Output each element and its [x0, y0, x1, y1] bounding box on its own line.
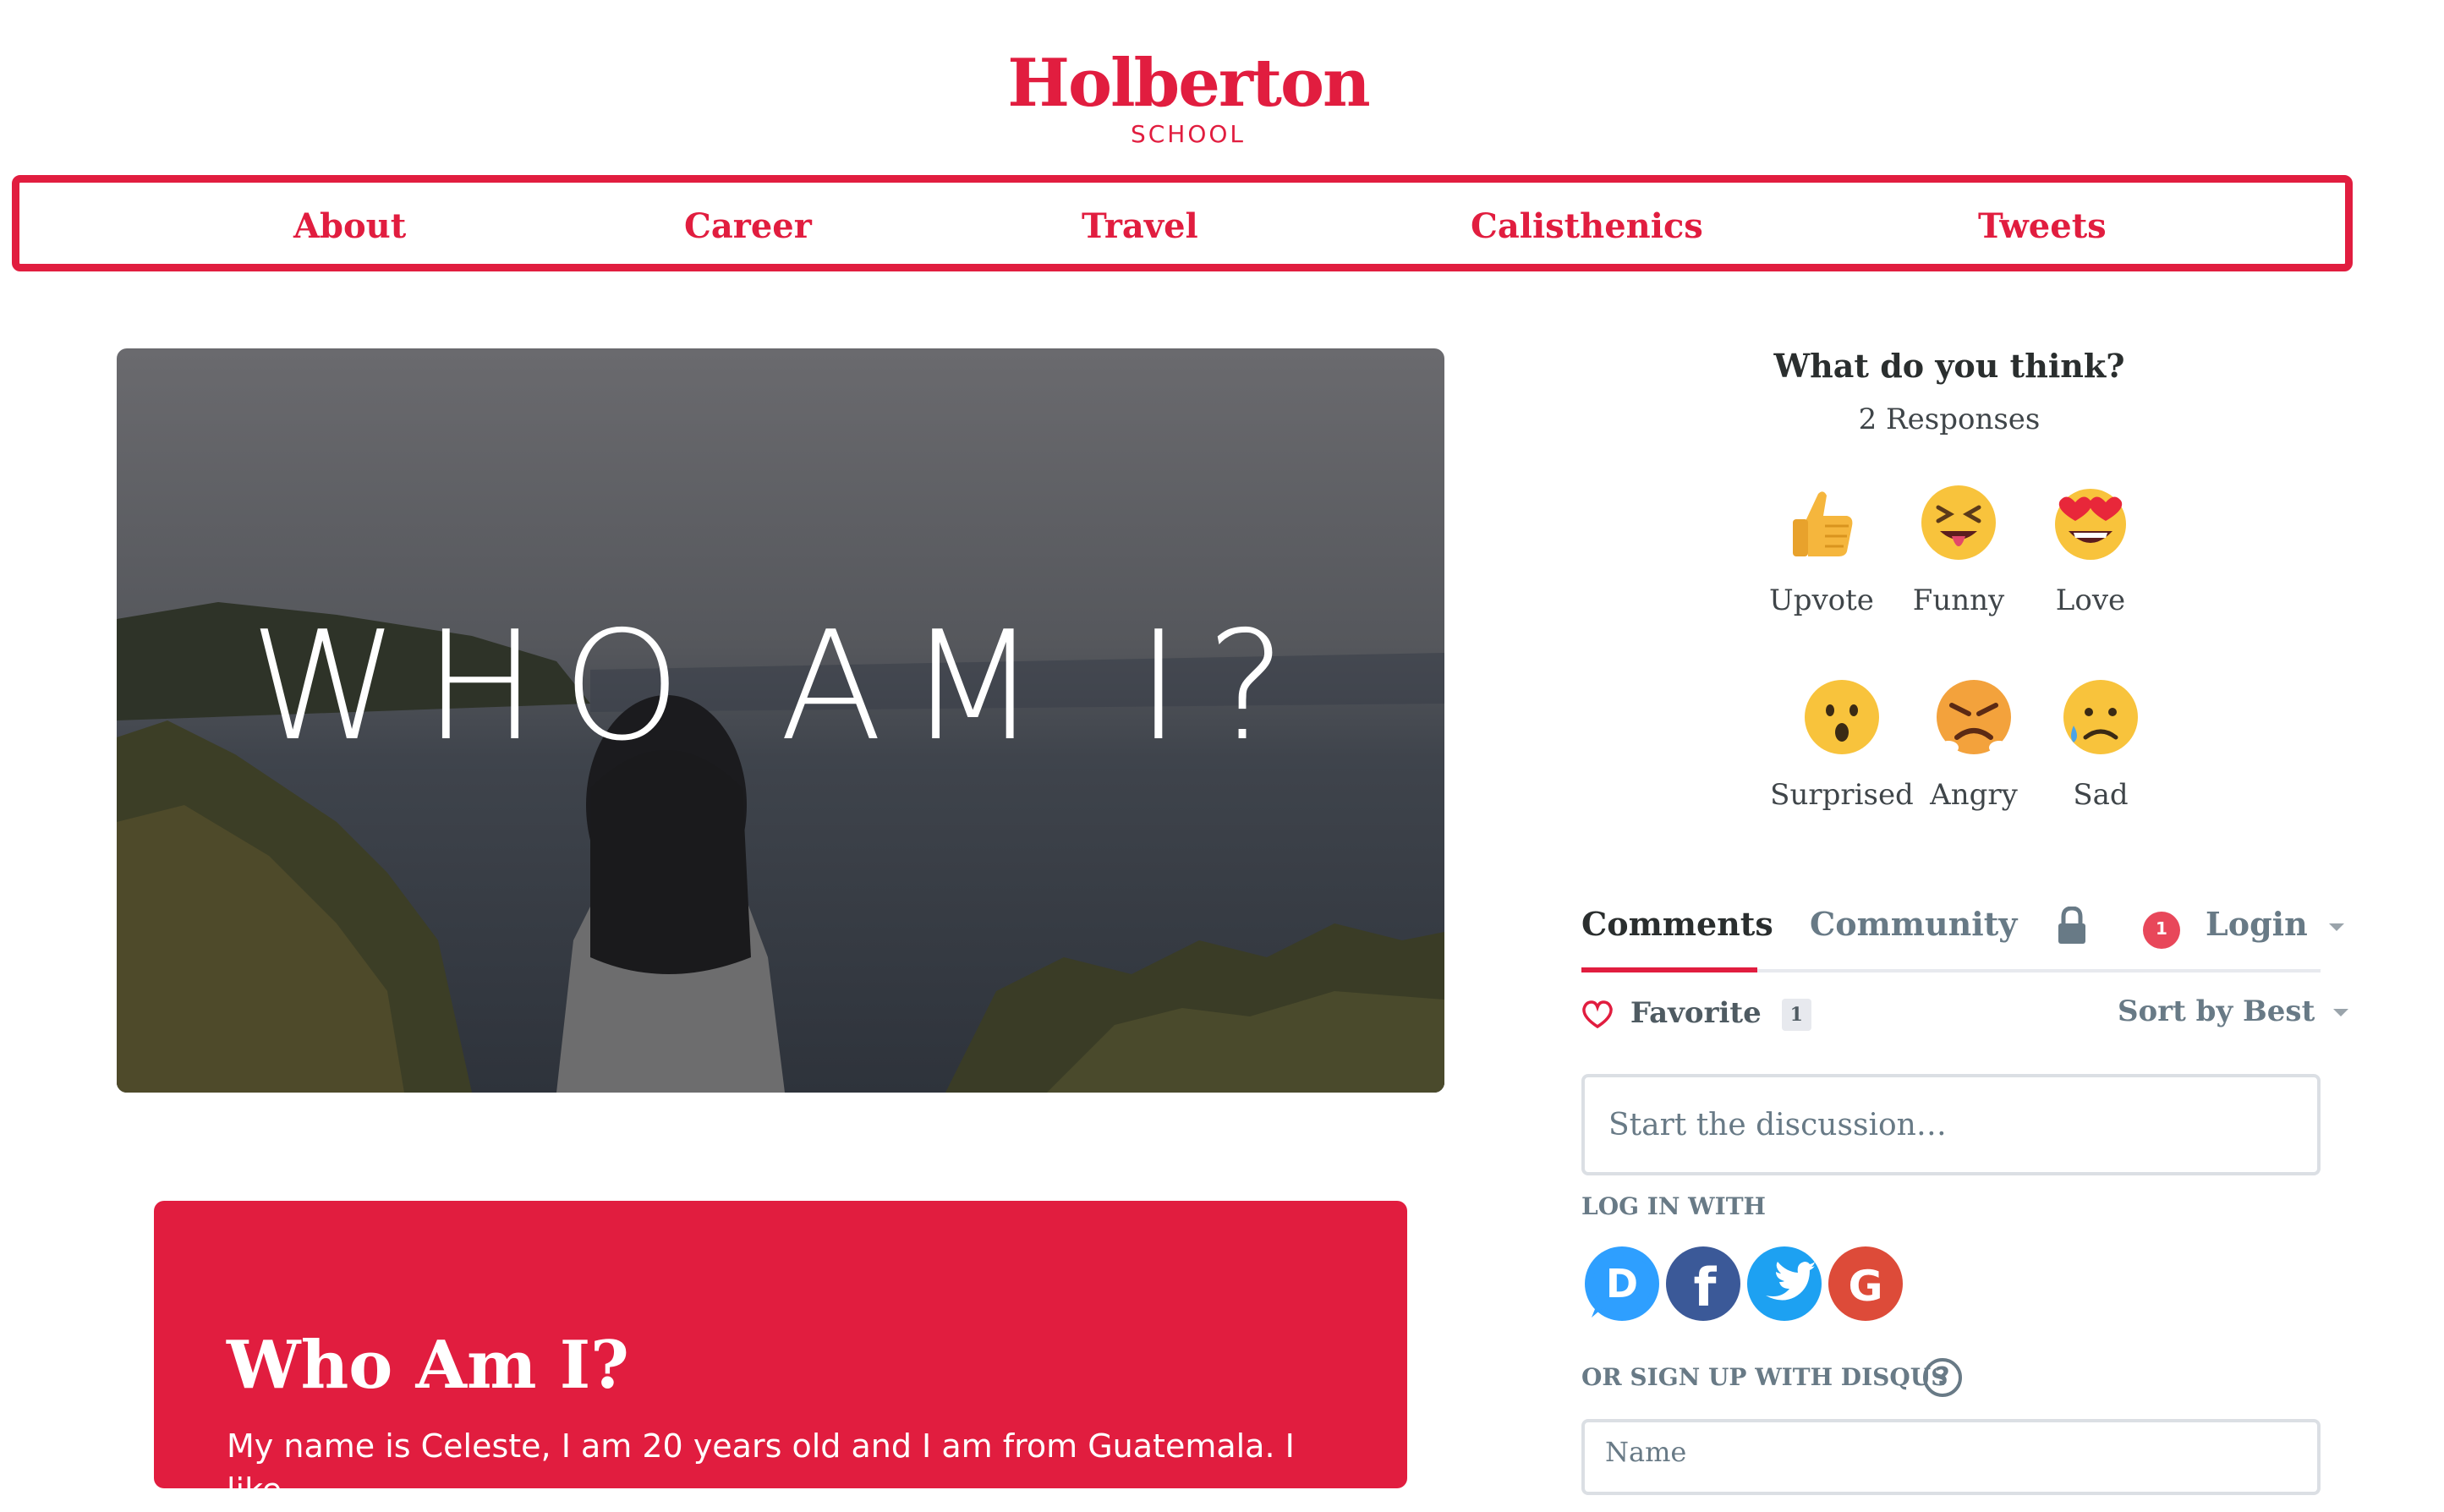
reaction-label: Surprised [1770, 778, 1914, 812]
angry-face-icon [1937, 680, 2011, 754]
discussion-input[interactable]: Start the discussion… [1581, 1074, 2321, 1175]
heart-eyes-icon [2055, 489, 2126, 560]
tab-active-indicator [1581, 967, 1757, 972]
reaction-label: Upvote [1769, 583, 1874, 617]
reaction-sad[interactable]: Sad [2025, 677, 2177, 812]
tab-community[interactable]: Community [1810, 905, 2017, 943]
tab-comments[interactable]: Comments [1581, 905, 1773, 943]
card-text: My name is Celeste, I am 20 years old an… [227, 1427, 1295, 1509]
reactions-title: What do you think? [1773, 347, 2125, 385]
twitter-login-button[interactable] [1747, 1246, 1822, 1321]
nav-career[interactable]: Career [684, 208, 812, 245]
sort-dropdown[interactable]: Sort by Best [2118, 994, 2350, 1028]
google-login-button[interactable]: G [1828, 1246, 1903, 1321]
signup-label: OR SIGN UP WITH DISQUS [1581, 1363, 1948, 1391]
laughing-tongue-icon [1921, 485, 1996, 560]
facebook-icon: f [1694, 1257, 1718, 1318]
disqus-login-button[interactable]: D [1585, 1246, 1659, 1321]
sad-face-icon [2063, 680, 2138, 754]
name-field[interactable]: Name [1581, 1419, 2321, 1495]
reaction-label: Love [2055, 583, 2126, 617]
twitter-icon [1766, 1262, 1815, 1301]
thumbs-up-icon [1793, 491, 1853, 556]
disqus-letter: D [1606, 1261, 1638, 1307]
reaction-upvote[interactable]: Upvote [1745, 482, 1898, 617]
facebook-letter: f [1694, 1257, 1718, 1318]
login-with-label: LOG IN WITH [1581, 1192, 1767, 1220]
sort-label: Sort by Best [2118, 994, 2315, 1028]
responses-count: 2 Responses [1858, 403, 2041, 436]
reaction-label: Funny [1912, 583, 2005, 617]
reaction-love[interactable]: Love [2014, 482, 2167, 617]
nav-travel[interactable]: Travel [1082, 208, 1198, 245]
hero-title: WHO AM I? [249, 599, 1312, 774]
favorite-button[interactable]: Favorite 1 [1581, 996, 1811, 1031]
favorite-label: Favorite [1630, 996, 1762, 1030]
notification-bell[interactable]: 1 [2141, 910, 2182, 950]
notification-count: 1 [2156, 918, 2167, 939]
card-title: Who Am I? [227, 1327, 629, 1404]
favorite-count: 1 [1781, 999, 1811, 1031]
disqus-icon: D [1592, 1255, 1651, 1318]
holberton-logo[interactable]: Holberton SCHOOL [0, 46, 2376, 149]
chevron-down-icon [2333, 1009, 2349, 1016]
facebook-login-button[interactable]: f [1666, 1246, 1740, 1321]
google-letter: G [1848, 1262, 1882, 1311]
reaction-surprised[interactable]: Surprised [1766, 677, 1918, 812]
lock-icon[interactable] [2055, 907, 2089, 945]
chevron-down-icon [2328, 923, 2344, 931]
help-icon[interactable]: ? [1923, 1358, 1962, 1397]
login-menu[interactable]: Login [2206, 905, 2346, 943]
google-icon: G [1848, 1262, 1882, 1311]
main-nav: About Career Travel Calisthenics Tweets [12, 175, 2353, 271]
nav-about[interactable]: About [293, 208, 406, 245]
nav-calisthenics[interactable]: Calisthenics [1471, 208, 1703, 245]
logo-wordmark: Holberton [1007, 45, 1370, 122]
hero-image: WHO AM I? [117, 348, 1444, 1093]
logo-subtitle: SCHOOL [1130, 120, 1247, 148]
login-label: Login [2206, 905, 2308, 943]
about-card: Who Am I? My name is Celeste, I am 20 ye… [154, 1201, 1407, 1509]
nav-tweets[interactable]: Tweets [1978, 208, 2107, 245]
reaction-funny[interactable]: Funny [1882, 482, 2035, 617]
reaction-label: Sad [2073, 778, 2129, 812]
heart-icon [1582, 1000, 1613, 1029]
surprised-face-icon [1805, 680, 1879, 754]
